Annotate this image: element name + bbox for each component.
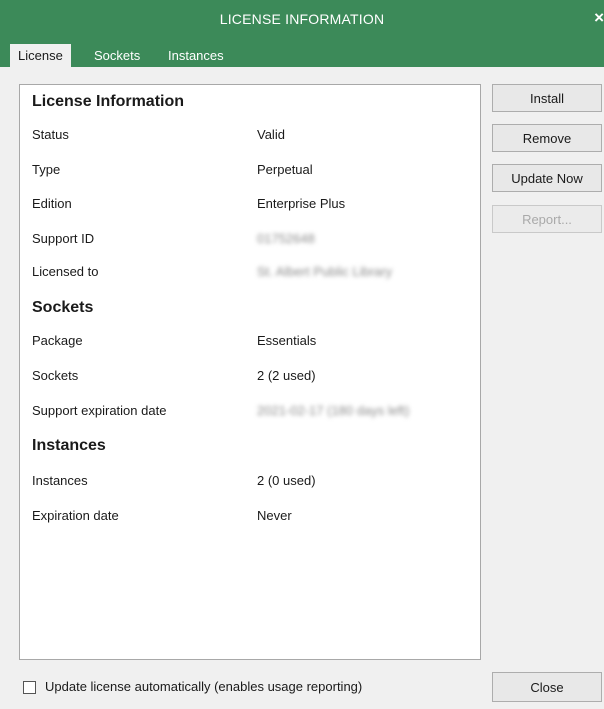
support-expiration-label: Support expiration date (32, 403, 167, 418)
license-details-panel: License Information Status Valid Type Pe… (19, 84, 481, 660)
support-id-value: 01752648 (257, 231, 315, 246)
sockets-label: Sockets (32, 368, 79, 383)
tab-sockets[interactable]: Sockets (86, 44, 148, 67)
status-label: Status (32, 127, 69, 142)
instances-label: Instances (32, 473, 88, 488)
report-button[interactable]: Report... (492, 205, 602, 233)
license-info-heading: License Information (32, 93, 185, 110)
support-expiration-value: 2021-02-17 (180 days left) (257, 403, 410, 418)
update-now-button[interactable]: Update Now (492, 164, 602, 192)
type-value: Perpetual (257, 162, 313, 177)
tab-bar: License Sockets Instances (0, 40, 604, 67)
status-value: Valid (257, 127, 285, 142)
tab-instances[interactable]: Instances (160, 44, 232, 67)
expiration-date-label: Expiration date (32, 508, 119, 523)
title-bar: LICENSE INFORMATION × (0, 0, 604, 40)
type-label: Type (32, 162, 61, 177)
remove-button[interactable]: Remove (492, 124, 602, 152)
close-icon[interactable]: × (594, 9, 604, 26)
instances-value: 2 (0 used) (257, 473, 316, 488)
auto-update-label[interactable]: Update license automatically (enables us… (45, 679, 362, 694)
instances-heading: Instances (32, 437, 106, 454)
install-button[interactable]: Install (492, 84, 602, 112)
close-button[interactable]: Close (492, 672, 602, 702)
window-title: LICENSE INFORMATION (219, 11, 385, 27)
package-value: Essentials (257, 333, 317, 348)
package-label: Package (32, 333, 83, 348)
support-id-label: Support ID (32, 231, 95, 246)
edition-value: Enterprise Plus (257, 196, 346, 211)
sockets-value: 2 (2 used) (257, 368, 316, 383)
auto-update-checkbox[interactable] (23, 681, 36, 694)
licensed-to-label: Licensed to (32, 264, 99, 279)
licensed-to-value: St. Albert Public Library (257, 264, 393, 279)
sockets-heading: Sockets (32, 299, 94, 316)
tab-license[interactable]: License (10, 44, 71, 67)
expiration-date-value: Never (257, 508, 292, 523)
edition-label: Edition (32, 196, 72, 211)
